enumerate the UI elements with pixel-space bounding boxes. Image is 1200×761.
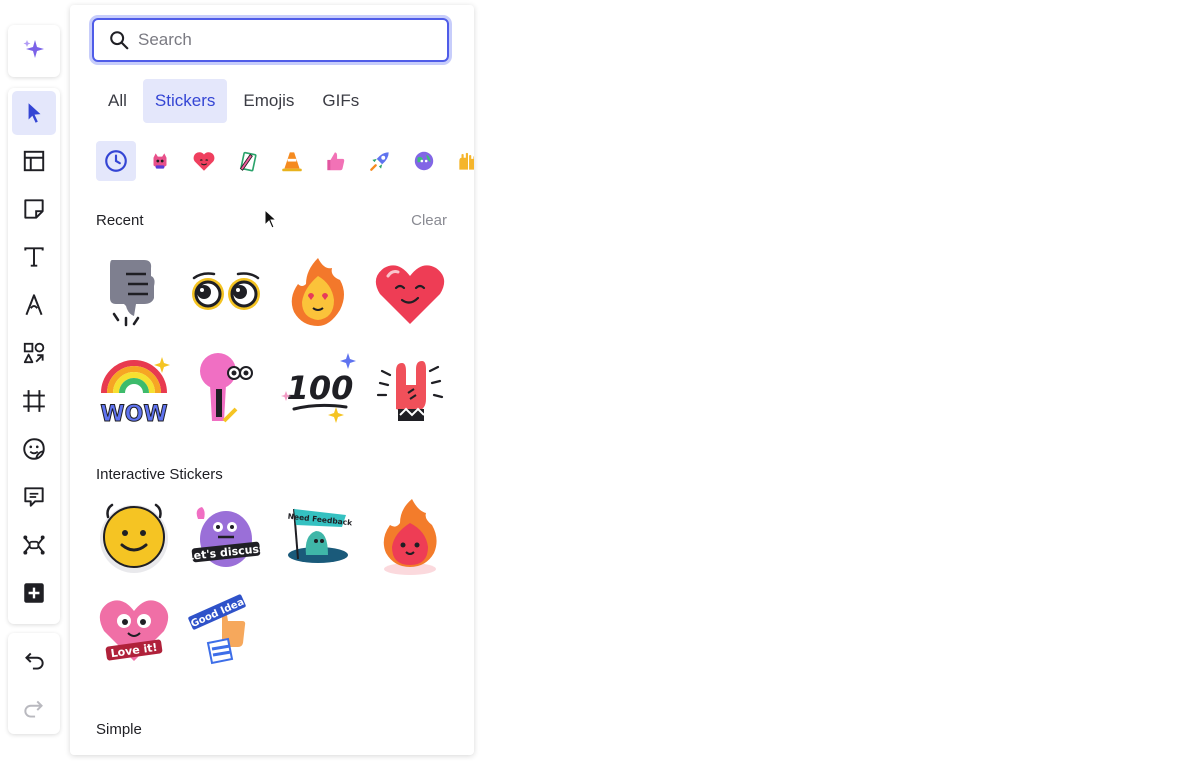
ai-assist-card — [8, 25, 60, 77]
undo-button[interactable] — [12, 639, 56, 683]
category-work[interactable] — [228, 141, 268, 181]
cursor-arrow-icon — [28, 103, 41, 123]
heart-smile-sticker-art — [375, 265, 445, 324]
love-it-sticker[interactable]: Love it! — [96, 591, 172, 667]
heart-cat-icon — [153, 153, 167, 169]
tab-gifs[interactable]: GIFs — [310, 79, 371, 123]
need-feedback-sticker[interactable]: Need Feedback — [280, 499, 356, 575]
simple-section-title: Simple — [96, 721, 142, 738]
layout-icon — [23, 150, 45, 172]
category-bar — [96, 141, 474, 181]
frame-tool-button[interactable] — [12, 379, 56, 423]
globe-face-icon — [414, 151, 434, 171]
pen-tool-button[interactable] — [12, 283, 56, 327]
smile-face-sticker-art — [100, 503, 168, 573]
smile-face-sticker[interactable] — [96, 499, 172, 575]
more-apps-button[interactable] — [12, 571, 56, 615]
history-toolbar — [8, 633, 60, 734]
select-tool-button[interactable] — [12, 91, 56, 135]
category-recent[interactable] — [96, 141, 136, 181]
good-idea-sticker[interactable]: Good Idea — [188, 591, 264, 667]
clock-icon — [105, 150, 127, 172]
love-it-sticker-art: Love it! — [99, 600, 169, 661]
fire-love-sticker-art — [291, 258, 344, 326]
skeleton-keyhole-sticker[interactable] — [188, 349, 264, 425]
svg-text:WOW: WOW — [100, 402, 167, 427]
text-icon — [24, 247, 44, 267]
search-input[interactable] — [136, 29, 430, 51]
category-space[interactable] — [360, 141, 400, 181]
rainbow-wow-sticker-art: WOW — [100, 357, 170, 428]
hands-icon — [459, 152, 474, 170]
hundred-sticker[interactable]: 100 — [280, 349, 356, 425]
svg-text:100: 100 — [287, 369, 354, 407]
rocket-icon — [370, 152, 389, 171]
fire-character-sticker[interactable] — [372, 499, 448, 575]
templates-tool-button[interactable] — [12, 139, 56, 183]
stickers-tool-button[interactable] — [12, 427, 56, 471]
thumbs-down-sticker[interactable] — [96, 254, 172, 330]
comment-tool-button[interactable] — [12, 475, 56, 519]
pen-icon — [25, 294, 43, 316]
sticky-note-tool-button[interactable] — [12, 187, 56, 231]
plus-square-icon — [24, 583, 44, 603]
rainbow-wow-sticker[interactable]: WOW — [96, 349, 172, 428]
skeleton-keyhole-sticker-art — [200, 353, 253, 423]
googly-eyes-sticker[interactable] — [188, 254, 264, 330]
shapes-tool-button[interactable] — [12, 331, 56, 375]
good-idea-sticker-art: Good Idea — [188, 594, 246, 665]
smiley-heart-icon — [193, 152, 215, 171]
category-globe[interactable] — [404, 141, 444, 181]
rock-hand-sticker-art — [376, 361, 444, 421]
frame-icon — [23, 390, 45, 412]
hundred-sticker-art: 100 — [281, 353, 356, 423]
heart-smile-sticker[interactable] — [372, 254, 448, 330]
shapes-icon — [23, 342, 45, 364]
fire-character-sticker-art — [383, 499, 437, 575]
category-reactions[interactable] — [316, 141, 356, 181]
search-box[interactable] — [92, 18, 449, 62]
clear-recent-link[interactable]: Clear — [411, 212, 447, 229]
category-cute[interactable] — [140, 141, 180, 181]
recent-section-title: Recent — [96, 212, 144, 229]
category-construction[interactable] — [272, 141, 312, 181]
googly-eyes-sticker-art — [192, 272, 260, 310]
tools-toolbar — [8, 88, 60, 624]
lets-discuss-sticker-art: Let's discuss — [186, 507, 267, 567]
lets-discuss-sticker[interactable]: Let's discuss — [186, 499, 267, 575]
mindmap-icon — [23, 535, 45, 555]
rock-hand-sticker[interactable] — [372, 349, 448, 425]
category-hands[interactable] — [448, 141, 474, 181]
traffic-cone-icon — [282, 152, 302, 172]
search-icon — [110, 31, 129, 50]
category-love[interactable] — [184, 141, 224, 181]
need-feedback-sticker-art: Need Feedback — [287, 508, 354, 563]
pencil-icon — [239, 151, 257, 172]
tab-emojis[interactable]: Emojis — [231, 79, 306, 123]
mindmap-tool-button[interactable] — [12, 523, 56, 567]
sticker-panel: All Stickers Emojis GIFs — [70, 5, 474, 755]
mouse-pointer-icon — [264, 208, 278, 234]
redo-icon — [24, 700, 43, 718]
sticky-note-icon — [24, 199, 44, 219]
tab-stickers[interactable]: Stickers — [142, 79, 228, 123]
interactive-section-title: Interactive Stickers — [96, 466, 223, 483]
redo-button[interactable] — [12, 687, 56, 731]
tab-all[interactable]: All — [96, 79, 139, 123]
sparkle-icon[interactable] — [21, 36, 47, 67]
sticker-icon — [23, 438, 45, 460]
undo-icon — [25, 652, 44, 670]
thumbs-down-sticker-art — [110, 260, 155, 327]
thumbs-up-icon — [327, 152, 345, 171]
text-tool-button[interactable] — [12, 235, 56, 279]
comment-icon — [24, 487, 44, 507]
fire-love-sticker[interactable] — [280, 254, 356, 330]
tab-bar: All Stickers Emojis GIFs — [96, 79, 375, 123]
